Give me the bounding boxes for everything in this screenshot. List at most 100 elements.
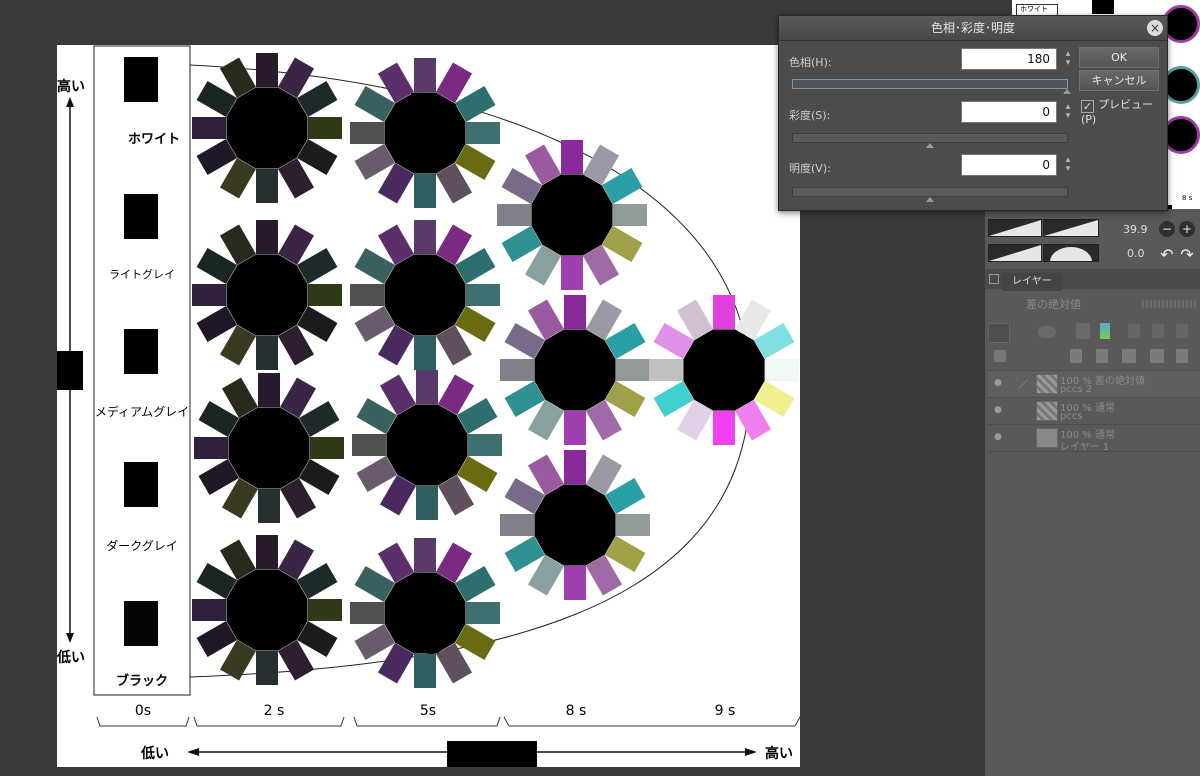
lock-icon[interactable] <box>1128 324 1140 338</box>
flower <box>192 220 342 370</box>
saturation-spinner[interactable]: ▴ ▾ <box>1063 103 1073 121</box>
saturation-input[interactable]: 0 <box>961 101 1057 123</box>
flower-center <box>384 92 466 174</box>
layer-actions <box>988 346 1200 368</box>
zoom-in-icon[interactable]: + <box>1179 221 1195 237</box>
ok-button[interactable]: OK <box>1079 47 1159 68</box>
eye-icon[interactable]: ● <box>994 378 1004 388</box>
hue-slider[interactable] <box>792 79 1071 94</box>
preview-checkbox[interactable]: ✓ プレビュー(P) <box>1081 96 1167 126</box>
merge-down-icon[interactable] <box>1150 349 1164 363</box>
flower <box>192 535 342 685</box>
rotate-right-icon[interactable]: ↷ <box>1179 247 1195 263</box>
eye-icon[interactable]: ● <box>994 405 1004 415</box>
swatch-dark-gray <box>124 462 158 507</box>
flower-center <box>386 404 468 486</box>
dialog-title: 色相･彩度･明度 <box>930 21 1015 35</box>
saturation-slider[interactable] <box>792 133 1068 148</box>
petal <box>350 122 384 144</box>
brush-size-preview[interactable] <box>988 219 1042 237</box>
flower-center <box>531 174 613 256</box>
hue-input[interactable]: 180 <box>961 48 1057 70</box>
saturation-slider-thumb[interactable] <box>926 143 934 148</box>
layer-toolbar <box>988 318 1200 348</box>
flower-center <box>228 407 310 489</box>
layer-color-icon[interactable] <box>988 323 1010 343</box>
layer-name: pccs <box>1060 411 1083 422</box>
brightness-spinner[interactable]: ▴ ▾ <box>1063 156 1073 174</box>
brush-curve-preview[interactable] <box>1043 219 1099 237</box>
petal <box>414 58 436 92</box>
petal <box>258 373 280 407</box>
flower <box>649 295 799 445</box>
petal <box>256 220 278 254</box>
lock-transparency-icon[interactable] <box>1152 324 1164 338</box>
label-white: ホワイト <box>128 132 180 147</box>
layer-thumbnail <box>1036 428 1058 448</box>
ruler-icon[interactable] <box>1076 323 1090 339</box>
brightness-slider[interactable] <box>792 187 1068 202</box>
petal <box>194 437 228 459</box>
clip-icon[interactable] <box>1176 324 1188 338</box>
dialog-titlebar[interactable]: 色相･彩度･明度 × <box>779 16 1167 41</box>
flower-center <box>534 329 616 411</box>
chroma-axis-arrow-left <box>187 748 199 756</box>
petal <box>414 654 436 688</box>
delete-layer-icon[interactable] <box>1176 349 1188 363</box>
value-axis-arrow-up <box>66 97 74 107</box>
flower <box>350 58 500 208</box>
petal <box>256 535 278 569</box>
petal <box>466 602 500 624</box>
panel-menu-icon[interactable] <box>989 274 999 284</box>
label-light-gray: ライトグレイ <box>109 267 175 281</box>
zoom-out-icon[interactable]: − <box>1159 221 1175 237</box>
petal <box>765 359 799 381</box>
check-icon[interactable]: ✓ <box>1081 100 1094 113</box>
petal <box>350 602 384 624</box>
petal <box>308 599 342 621</box>
petal <box>192 599 226 621</box>
flower-center <box>384 572 466 654</box>
new-folder-icon[interactable] <box>1122 349 1136 363</box>
brush-wedge <box>1044 220 1098 236</box>
canvas-page[interactable]: 高い 低い ホワイト ライトグレイ メディアムグレイ ダークグレイ ブラック 0… <box>57 45 800 767</box>
chroma-axis-low: 低い <box>140 745 169 762</box>
opacity-slider[interactable] <box>1142 300 1198 308</box>
rotate-value: 39.9 <box>1123 223 1148 236</box>
reference-icon[interactable] <box>1100 323 1110 339</box>
petal <box>500 514 534 536</box>
petal <box>414 336 436 370</box>
hue-slider-thumb[interactable] <box>1063 89 1071 94</box>
rotate-left-icon[interactable]: ↶ <box>1159 247 1175 263</box>
petal <box>564 295 586 329</box>
value-axis-low: 低い <box>57 649 85 666</box>
close-icon[interactable]: × <box>1147 20 1163 36</box>
eye-icon[interactable]: ● <box>994 432 1004 442</box>
brightness-input[interactable]: 0 <box>961 154 1057 176</box>
brush-pressure-preview[interactable] <box>988 244 1042 262</box>
petal <box>352 434 386 456</box>
petal <box>616 359 650 381</box>
layer-row[interactable]: ● 100 % 通常 pccs <box>988 397 1200 424</box>
mask-icon[interactable] <box>1038 326 1056 338</box>
cancel-button[interactable]: キャンセル <box>1079 70 1159 91</box>
petal <box>613 204 647 226</box>
brightness-slider-thumb[interactable] <box>926 197 934 202</box>
brush-shape-preview[interactable] <box>1043 244 1099 262</box>
layer-row[interactable]: ● 100 % 通常 レイヤー 1 <box>988 424 1200 453</box>
chroma-axis-arrow-right <box>745 748 757 756</box>
group-label-8s: 8 s <box>566 703 587 719</box>
new-layer-icon[interactable] <box>1070 349 1082 363</box>
petal <box>713 411 735 445</box>
chroma-axis-high: 高い <box>765 745 793 762</box>
flower-grid <box>192 53 799 688</box>
tab-layers[interactable]: レイヤー <box>1002 273 1062 291</box>
petal <box>414 174 436 208</box>
layer-stack-icon[interactable] <box>994 350 1006 362</box>
new-vector-layer-icon[interactable] <box>1096 349 1108 363</box>
hue-spinner[interactable]: ▴ ▾ <box>1063 50 1073 68</box>
layer-row[interactable]: ● ／ 100 % 差の絶対値 pccs 2 <box>988 370 1200 397</box>
petal <box>466 284 500 306</box>
petal <box>616 514 650 536</box>
brush-wedge <box>989 220 1041 236</box>
